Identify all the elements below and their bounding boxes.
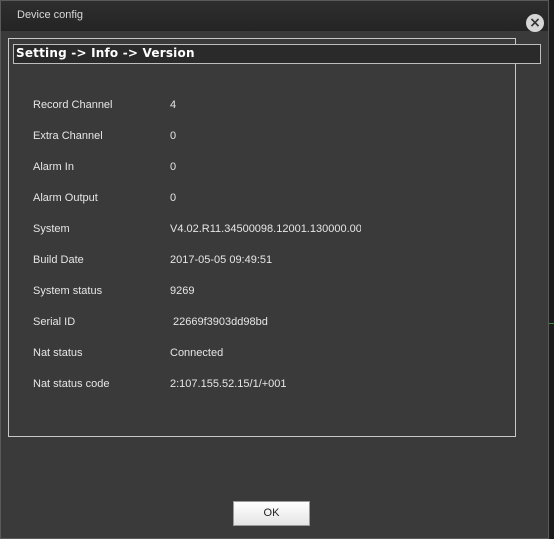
device-config-dialog: Device config × Setting -> Info -> Versi…	[0, 0, 549, 539]
system-status-value: 9269	[170, 285, 195, 297]
nat-status-code-value: 2:107.155.52.15/1/+001	[170, 378, 287, 390]
alarm-in-value: 0	[170, 161, 177, 173]
background-line	[549, 323, 554, 324]
extra-channel-value: 0	[170, 130, 177, 142]
close-icon[interactable]: ×	[526, 14, 544, 32]
system-status-label: System status	[33, 285, 103, 297]
system-label: System	[33, 223, 70, 235]
nat-status-label: Nat status	[33, 347, 83, 359]
system-value: V4.02.R11.34500098.12001.130000.0000	[170, 223, 361, 235]
build-date-label: Build Date	[33, 254, 84, 266]
alarm-output-value: 0	[170, 192, 177, 204]
record-channel-value: 4	[170, 99, 177, 111]
nat-status-code-label: Nat status code	[33, 378, 110, 390]
serial-id-value: 22669f3903dd98bd	[173, 316, 268, 328]
extra-channel-label: Extra Channel	[33, 130, 103, 142]
serial-id-label: Serial ID	[33, 316, 76, 328]
dialog-title: Device config	[17, 9, 84, 21]
alarm-in-label: Alarm In	[33, 161, 74, 173]
breadcrumb: Setting -> Info -> Version	[16, 46, 195, 60]
alarm-output-label: Alarm Output	[33, 192, 98, 204]
dialog-titlebar[interactable]: Device config	[1, 1, 548, 31]
build-date-value: 2017-05-05 09:49:51	[170, 254, 273, 266]
record-channel-label: Record Channel	[33, 99, 113, 111]
ok-button[interactable]: OK	[233, 501, 310, 526]
nat-status-value: Connected	[170, 347, 224, 359]
